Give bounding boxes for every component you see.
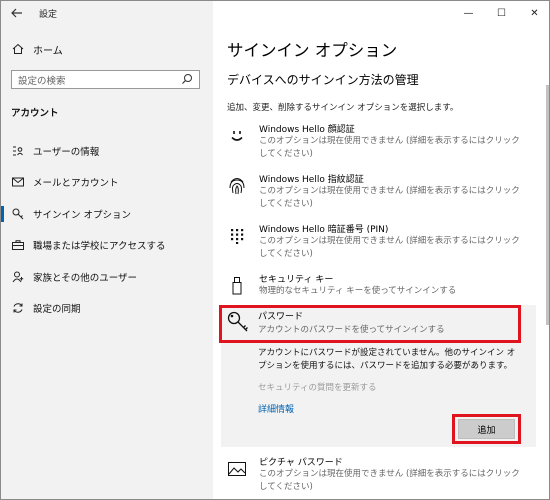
security-question-link: セキュリティの質問を更新する <box>258 383 377 393</box>
add-password-button[interactable]: 追加 <box>458 419 515 439</box>
search-icon <box>182 74 192 84</box>
person-add-icon <box>11 271 25 283</box>
option-description: 物理的なセキュリティ キーを使ってサインインする <box>259 286 457 296</box>
sidebar-item-label: サインイン オプション <box>33 209 132 221</box>
option-description: このオプションは現在使用できません (詳細を表示するにはクリックしてください) <box>259 186 520 209</box>
sidebar-item-label: メールとアカウント <box>33 178 119 190</box>
password-message: アカウントにパスワードが設定されていません。他のサインイン オプションを使用する… <box>258 348 516 371</box>
sidebar-item-user-info[interactable]: ユーザーの情報 <box>1 135 213 167</box>
option-fingerprint[interactable]: Windows Hello 指紋認証 このオプションは現在使用できません (詳細… <box>227 172 527 209</box>
sidebar-item-signin-options[interactable]: サインイン オプション <box>1 198 213 230</box>
app-title: 設定 <box>39 9 58 20</box>
key-icon <box>11 208 25 220</box>
option-name: ピクチャ パスワード <box>259 458 343 468</box>
scrollbar-thumb[interactable] <box>546 85 549 325</box>
sidebar-item-label: ホーム <box>33 45 63 57</box>
title-bar: 設定 <box>1 1 213 25</box>
search-placeholder: 設定の検索 <box>18 75 66 87</box>
settings-window: 設定 ホーム 設定の検索 アカウント ユーザーの情報 メールとアカウント サイン… <box>0 0 550 500</box>
password-highlight-frame <box>219 305 521 343</box>
sidebar-item-label: 設定の同期 <box>33 304 81 316</box>
scrollbar[interactable] <box>546 25 549 495</box>
sidebar-item-label: ユーザーの情報 <box>33 146 100 158</box>
window-controls: — ☐ ✕ <box>452 1 549 25</box>
intro-text: 追加、変更、削除するサインイン オプションを選択します。 <box>227 103 459 113</box>
option-security-key[interactable]: セキュリティ キー 物理的なセキュリティ キーを使ってサインインする <box>227 272 527 298</box>
usb-key-icon <box>227 275 247 297</box>
section-subtitle: デバイスへのサインイン方法の管理 <box>227 73 419 87</box>
pin-keypad-icon <box>227 225 247 247</box>
option-name: Windows Hello 顔認証 <box>259 125 355 135</box>
picture-icon <box>227 458 247 480</box>
minimize-button[interactable]: — <box>452 1 485 25</box>
sidebar-item-work-school[interactable]: 職場または学校にアクセスする <box>1 230 213 262</box>
option-face-recognition[interactable]: Windows Hello 顔認証 このオプションは現在使用できません (詳細を… <box>227 122 527 159</box>
option-name: Windows Hello 指紋認証 <box>259 175 364 185</box>
fingerprint-icon <box>227 175 247 197</box>
sidebar-item-label: 職場または学校にアクセスする <box>33 241 166 253</box>
briefcase-icon <box>11 240 25 251</box>
option-pin[interactable]: Windows Hello 暗証番号 (PIN) このオプションは現在使用できま… <box>227 222 527 259</box>
home-icon <box>11 43 25 55</box>
sidebar-item-mail-accounts[interactable]: メールとアカウント <box>1 167 213 199</box>
maximize-button[interactable]: ☐ <box>485 1 518 25</box>
face-icon <box>227 125 247 147</box>
sidebar-item-sync[interactable]: 設定の同期 <box>1 293 213 325</box>
option-description: このオプションは現在使用できません (詳細を表示するにはクリックしてください) <box>259 469 520 492</box>
close-button[interactable]: ✕ <box>518 1 549 25</box>
option-name: セキュリティ キー <box>259 275 334 285</box>
option-name: Windows Hello 暗証番号 (PIN) <box>259 225 389 235</box>
sidebar-item-label: 家族とその他のユーザー <box>33 272 138 284</box>
search-input[interactable]: 設定の検索 <box>11 70 200 89</box>
option-description: このオプションは現在使用できません (詳細を表示するにはクリックしてください) <box>259 236 520 259</box>
more-info-link[interactable]: 詳細情報 <box>258 402 294 415</box>
back-arrow-icon <box>11 8 22 18</box>
option-description: このオプションは現在使用できません (詳細を表示するにはクリックしてください) <box>259 136 520 159</box>
sidebar-item-home[interactable]: ホーム <box>1 37 213 61</box>
user-info-icon <box>11 146 25 156</box>
page-title: サインイン オプション <box>227 41 398 60</box>
sidebar-item-family-users[interactable]: 家族とその他のユーザー <box>1 261 213 293</box>
mail-icon <box>11 177 25 187</box>
sync-icon <box>11 302 25 314</box>
option-picture-password[interactable]: ピクチャ パスワード このオプションは現在使用できません (詳細を表示するにはク… <box>227 455 527 495</box>
section-heading: アカウント <box>11 108 59 119</box>
back-button[interactable] <box>1 1 33 25</box>
sidebar-nav: ユーザーの情報 メールとアカウント サインイン オプション 職場または学校にアク… <box>1 135 213 324</box>
sidebar: 設定 ホーム 設定の検索 アカウント ユーザーの情報 メールとアカウント サイン… <box>1 1 213 499</box>
